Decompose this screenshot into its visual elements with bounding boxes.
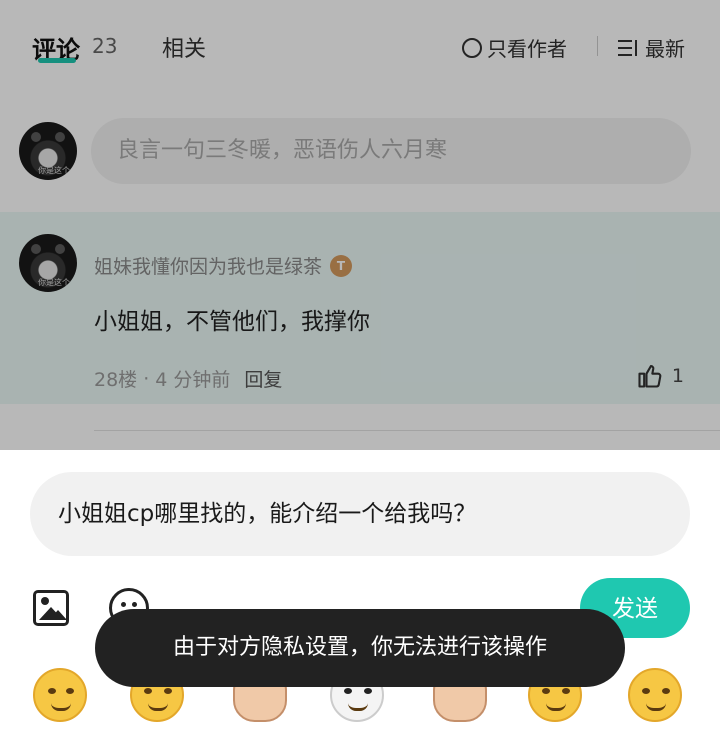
reply-sheet: 小姐姐cp哪里找的，能介绍一个给我吗？ 发送 — [0, 450, 720, 740]
dim-overlay[interactable] — [0, 0, 720, 450]
image-icon[interactable] — [33, 590, 69, 626]
privacy-toast: 由于对方隐私设置，你无法进行该操作 — [95, 609, 625, 687]
flower-emoji-icon[interactable] — [628, 668, 682, 722]
reply-input[interactable]: 小姐姐cp哪里找的，能介绍一个给我吗？ — [30, 472, 690, 556]
smile-emoji-icon[interactable] — [33, 668, 87, 722]
